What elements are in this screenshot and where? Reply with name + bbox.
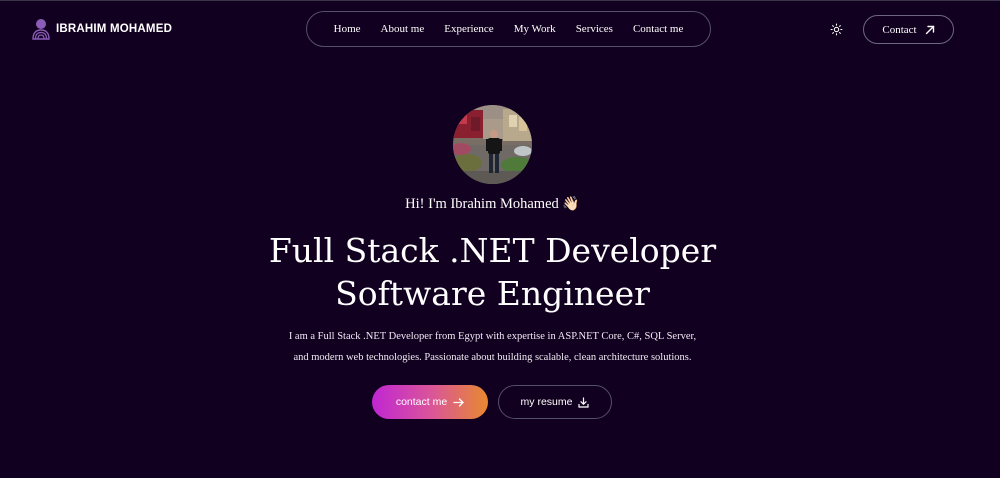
greeting-text: Hi! I'm Ibrahim Mohamed bbox=[405, 196, 559, 212]
contact-button-label: Contact bbox=[882, 23, 917, 36]
site-logo[interactable]: IBRAHIM MOHAMED bbox=[32, 18, 172, 40]
top-divider bbox=[0, 0, 1000, 1]
profile-avatar bbox=[453, 105, 532, 184]
nav-services[interactable]: Services bbox=[576, 23, 613, 35]
my-resume-label: my resume bbox=[520, 396, 573, 408]
nav-my-work[interactable]: My Work bbox=[514, 23, 556, 35]
hero-greeting: Hi! I'm Ibrahim Mohamed 👋🏻 bbox=[0, 196, 985, 213]
download-icon bbox=[578, 396, 590, 408]
my-resume-button[interactable]: my resume bbox=[498, 385, 612, 419]
headline-line-1: Full Stack .NET Developer bbox=[268, 231, 717, 270]
contact-me-label: contact me bbox=[395, 396, 448, 408]
contact-button[interactable]: Contact bbox=[863, 15, 954, 44]
bio-line-1: I am a Full Stack .NET Developer from Eg… bbox=[288, 331, 697, 342]
contact-me-button[interactable]: contact me bbox=[372, 385, 488, 419]
logo-text: IBRAHIM MOHAMED bbox=[56, 23, 173, 35]
arrow-right-icon bbox=[453, 397, 465, 407]
arrow-up-right-icon bbox=[925, 25, 934, 34]
nav-home[interactable]: Home bbox=[334, 23, 361, 35]
headline-line-2: Software Engineer bbox=[335, 274, 650, 313]
hero-headline: Full Stack .NET Developer Software Engin… bbox=[0, 229, 985, 315]
user-logo-icon bbox=[32, 19, 50, 40]
theme-toggle-button[interactable] bbox=[828, 21, 844, 37]
nav-contact-me[interactable]: Contact me bbox=[633, 23, 683, 35]
waving-hand-icon: 👋🏻 bbox=[562, 197, 580, 212]
hero-bio: I am a Full Stack .NET Developer from Eg… bbox=[0, 326, 985, 368]
main-nav: Home About me Experience My Work Service… bbox=[306, 11, 711, 47]
nav-about[interactable]: About me bbox=[381, 23, 425, 35]
bio-line-2: and modern web technologies. Passionate … bbox=[293, 352, 692, 363]
sun-icon bbox=[830, 23, 842, 35]
nav-experience[interactable]: Experience bbox=[444, 23, 493, 35]
